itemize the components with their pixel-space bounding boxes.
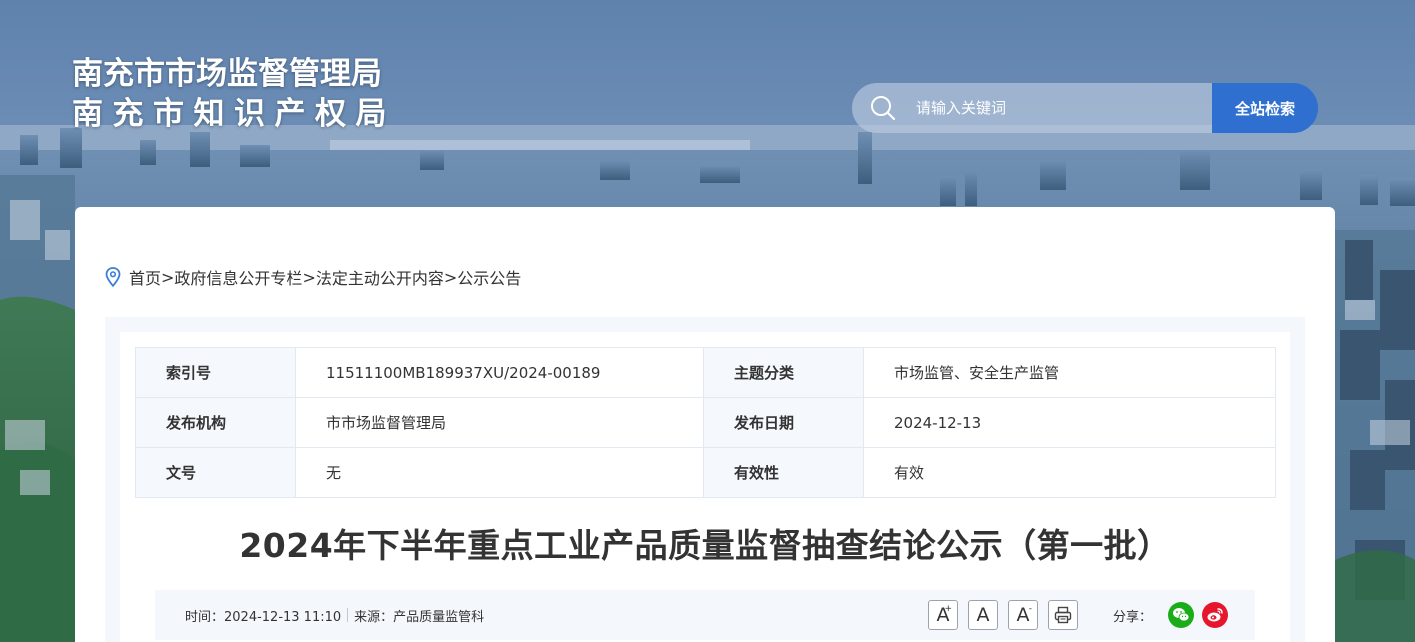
printer-icon <box>1054 606 1072 624</box>
site-title-line1: 南充市市场监督管理局 <box>72 56 382 92</box>
breadcrumb-announcements[interactable]: 公示公告 <box>457 265 521 289</box>
meta-value-doc-number: 无 <box>295 447 704 498</box>
breadcrumb-statutory-content[interactable]: 法定主动公开内容 <box>316 265 444 289</box>
font-reset-button[interactable]: A <box>968 600 998 630</box>
location-pin-icon <box>105 267 121 287</box>
breadcrumb-home[interactable]: 首页 <box>129 265 161 289</box>
meta-key-publisher: 发布机构 <box>135 397 296 448</box>
metadata-table: 索引号 11511100MB189937XU/2024-00189 主题分类 市… <box>135 347 1276 498</box>
font-decrease-button[interactable]: A - <box>1008 600 1038 630</box>
meta-key-validity: 有效性 <box>703 447 864 498</box>
print-button[interactable] <box>1048 600 1078 630</box>
font-increase-button[interactable]: A + <box>928 600 958 630</box>
meta-key-topic: 主题分类 <box>703 347 864 398</box>
meta-key-date: 发布日期 <box>703 397 864 448</box>
table-row: 文号 无 有效性 有效 <box>135 447 1276 498</box>
search-icon <box>871 96 896 121</box>
share-area: 分享： <box>1113 590 1229 640</box>
search-input[interactable] <box>916 99 1196 117</box>
share-label: 分享： <box>1113 609 1153 625</box>
share-wechat-button[interactable] <box>1168 602 1195 628</box>
wechat-icon <box>1173 608 1190 622</box>
meta-value-topic: 市场监管、安全生产监管 <box>863 347 1276 398</box>
breadcrumb-gov-info[interactable]: 政府信息公开专栏 <box>174 265 302 289</box>
article-tools: A + A A - <box>928 600 1088 630</box>
breadcrumb-separator: > <box>443 267 458 287</box>
site-title: 南充市市场监督管理局 南充市知识产权局 <box>72 54 396 134</box>
article-source: 来源：产品质量监管科 <box>354 609 485 625</box>
content-card: 首页 > 政府信息公开专栏 > 法定主动公开内容 > 公示公告 索引号 1151… <box>75 207 1335 642</box>
font-reset-label: A <box>976 604 990 626</box>
font-decrease-sup: - <box>1028 604 1032 614</box>
breadcrumb-separator: > <box>302 267 316 287</box>
breadcrumb-separator: > <box>161 267 175 287</box>
share-weibo-button[interactable] <box>1202 602 1229 628</box>
font-decrease-label: A <box>1016 604 1030 626</box>
article-panel-inner: 索引号 11511100MB189937XU/2024-00189 主题分类 市… <box>120 332 1290 642</box>
article-panel: 索引号 11511100MB189937XU/2024-00189 主题分类 市… <box>105 317 1305 642</box>
meta-value-date: 2024-12-13 <box>863 397 1276 448</box>
font-increase-sup: + <box>944 604 952 614</box>
search-box <box>852 83 1212 133</box>
article-title: 2024年下半年重点工业产品质量监督抽查结论公示（第一批） <box>239 526 1171 565</box>
site-title-line2: 南充市知识产权局 <box>72 96 396 132</box>
site-search-button[interactable]: 全站检索 <box>1212 83 1318 133</box>
breadcrumb: 首页 > 政府信息公开专栏 > 法定主动公开内容 > 公示公告 <box>105 265 521 289</box>
table-row: 索引号 11511100MB189937XU/2024-00189 主题分类 市… <box>135 347 1276 398</box>
article-time: 时间：2024-12-13 11:10 <box>185 609 342 625</box>
meta-key-doc-number: 文号 <box>135 447 296 498</box>
meta-value-validity: 有效 <box>863 447 1276 498</box>
article-info-bar: 时间：2024-12-13 11:10 来源：产品质量监管科 A + A A -… <box>155 590 1255 640</box>
meta-key-index: 索引号 <box>135 347 296 398</box>
site-search: 全站检索 <box>852 83 1318 133</box>
meta-value-index: 11511100MB189937XU/2024-00189 <box>295 347 704 398</box>
weibo-icon <box>1207 608 1223 622</box>
article-meta: 时间：2024-12-13 11:10 来源：产品质量监管科 <box>185 590 484 640</box>
meta-value-publisher: 市市场监督管理局 <box>295 397 704 448</box>
page: 南充市市场监督管理局 南充市知识产权局 全站检索 首页 > 政府信息公开专栏 >… <box>0 0 1415 642</box>
table-row: 发布机构 市市场监督管理局 发布日期 2024-12-13 <box>135 397 1276 448</box>
info-divider <box>347 608 349 622</box>
